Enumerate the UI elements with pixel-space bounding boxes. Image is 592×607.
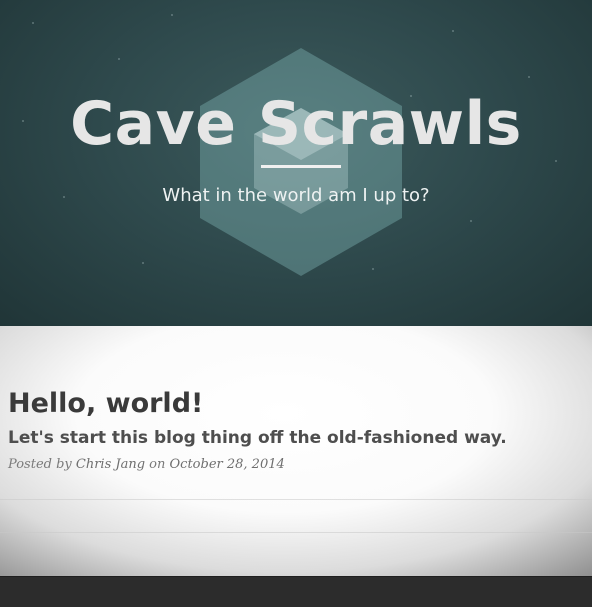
post-subtitle: Let's start this blog thing off the old-… [8, 428, 507, 448]
post-list: Hello, world! Let's start this blog thin… [0, 326, 592, 576]
title-divider [261, 165, 341, 168]
post-meta: Posted by Chris Jang on October 28, 2014 [8, 456, 285, 474]
post-meta-on: on [145, 457, 170, 472]
site-tagline: What in the world am I up to? [162, 185, 430, 206]
site-title[interactable]: Cave Scrawls [0, 84, 592, 164]
post-author-link[interactable]: Chris Jang [76, 457, 145, 472]
header-hero: Cave Scrawls What in the world am I up t… [0, 0, 592, 326]
page: Cave Scrawls What in the world am I up t… [0, 0, 592, 607]
post-meta-prefix: Posted by [8, 457, 76, 472]
section-divider [0, 532, 592, 533]
post-date: October 28, 2014 [169, 457, 285, 472]
footer [0, 576, 592, 607]
post-title-link[interactable]: Hello, world! [8, 386, 203, 422]
post-divider [0, 499, 592, 500]
